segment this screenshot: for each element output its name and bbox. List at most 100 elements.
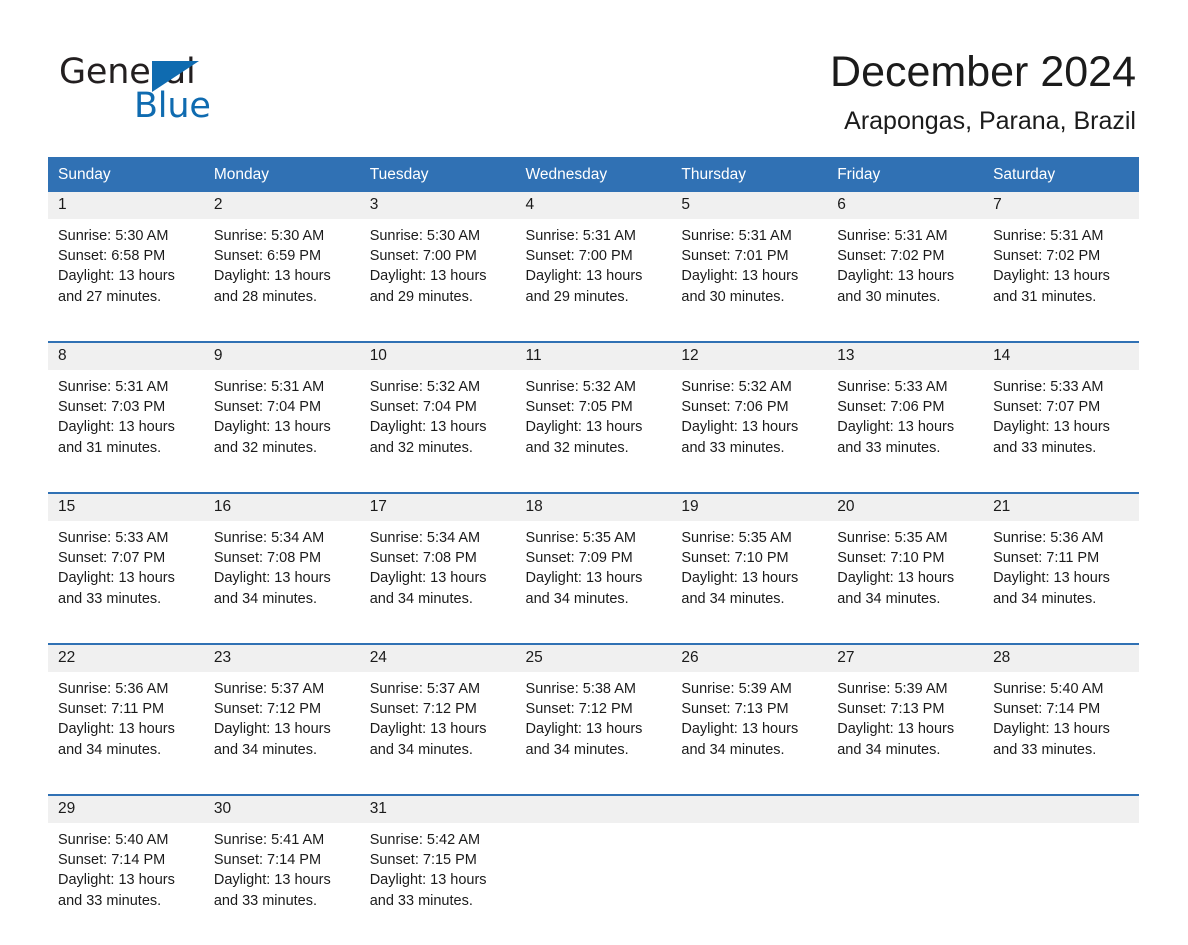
day-sunset-text: Sunset: 7:00 PM	[369, 248, 477, 265]
day-detail-cell[interactable]: Sunrise: 5:35 AM Sunset: 7:10 PM Daylight:…	[827, 521, 984, 644]
day-number-cell[interactable]: 20	[827, 492, 984, 521]
day-daylight-1-text: Daylight: 13 hours	[58, 419, 175, 436]
day-number-cell[interactable]: 8	[48, 341, 204, 370]
day-detail-cell[interactable]: Sunrise: 5:31 AM Sunset: 7:02 PM Daylight:…	[827, 219, 984, 342]
day-detail-cell[interactable]: Sunrise: 5:30 AM Sunset: 6:59 PM Daylight:…	[203, 219, 360, 342]
day-number-cell[interactable]: 28	[983, 643, 1139, 672]
day-detail-cell[interactable]: Sunrise: 5:34 AM Sunset: 7:08 PM Daylight:…	[359, 521, 516, 644]
page-title: December 2024	[830, 48, 1136, 96]
day-number-cell[interactable]: 4	[515, 192, 672, 219]
day-sunrise-text: Sunrise: 5:31 AM	[993, 228, 1104, 244]
day-detail-cell[interactable]: Sunrise: 5:39 AM Sunset: 7:13 PM Daylight:…	[671, 672, 828, 795]
day-number-cell[interactable]: 29	[48, 794, 204, 823]
day-number-cell[interactable]: 16	[203, 492, 360, 521]
day-sunrise-text: Sunrise: 5:30 AM	[213, 228, 325, 244]
day-daylight-2-text: and 34 minutes.	[213, 590, 318, 607]
day-detail-cell[interactable]: Sunrise: 5:38 AM Sunset: 7:12 PM Daylight:…	[515, 672, 672, 795]
day-daylight-2-text: and 34 minutes.	[681, 590, 785, 607]
weekday-header-tuesday: Tuesday	[359, 157, 516, 192]
week-daynumber-row: 22 23 24 25 26 27 28	[48, 643, 1139, 672]
day-detail-cell[interactable]: Sunrise: 5:31 AM Sunset: 7:02 PM Daylight:…	[983, 219, 1139, 342]
day-number-cell[interactable]: 6	[827, 192, 984, 219]
day-sunset-text: Sunset: 7:04 PM	[213, 399, 322, 416]
day-detail-cell[interactable]: Sunrise: 5:31 AM Sunset: 7:01 PM Daylight:…	[671, 219, 828, 342]
day-number-cell[interactable]: 11	[515, 341, 672, 370]
day-sunrise-text: Sunrise: 5:40 AM	[58, 832, 169, 848]
day-sunset-text: Sunset: 7:14 PM	[213, 852, 322, 869]
day-sunset-text: Sunset: 7:11 PM	[993, 550, 1100, 567]
day-number-cell[interactable]: 14	[983, 341, 1139, 370]
day-number-cell[interactable]: 1	[48, 192, 204, 219]
day-daylight-1-text: Daylight: 13 hours	[837, 268, 955, 285]
day-detail-cell[interactable]: Sunrise: 5:36 AM Sunset: 7:11 PM Daylight:…	[983, 521, 1139, 644]
day-daylight-2-text: and 33 minutes.	[681, 439, 785, 456]
day-detail-cell[interactable]: Sunrise: 5:33 AM Sunset: 7:06 PM Daylight:…	[827, 370, 984, 493]
day-sunset-text: Sunset: 7:07 PM	[993, 399, 1101, 416]
day-number-cell[interactable]: 31	[359, 794, 516, 823]
day-daylight-2-text: and 33 minutes.	[837, 439, 941, 456]
day-detail-cell[interactable]: Sunrise: 5:35 AM Sunset: 7:10 PM Daylight:…	[671, 521, 828, 644]
day-detail-cell[interactable]: Sunrise: 5:39 AM Sunset: 7:13 PM Daylight:…	[827, 672, 984, 795]
day-sunrise-text: Sunrise: 5:31 AM	[525, 228, 636, 244]
day-daylight-2-text: and 34 minutes.	[213, 741, 318, 758]
day-number-cell[interactable]: 12	[671, 341, 828, 370]
day-detail-cell[interactable]: Sunrise: 5:31 AM Sunset: 7:04 PM Daylight:…	[203, 370, 360, 493]
day-detail-cell[interactable]: Sunrise: 5:42 AM Sunset: 7:15 PM Daylight:…	[359, 823, 516, 945]
day-daylight-1-text: Daylight: 13 hours	[213, 268, 331, 285]
day-sunset-text: Sunset: 7:10 PM	[837, 550, 945, 567]
day-daylight-2-text: and 33 minutes.	[58, 892, 162, 909]
day-detail-cell[interactable]: Sunrise: 5:32 AM Sunset: 7:06 PM Daylight:…	[671, 370, 828, 493]
day-daylight-1-text: Daylight: 13 hours	[58, 721, 175, 738]
day-detail-cell[interactable]: Sunrise: 5:31 AM Sunset: 7:00 PM Daylight:…	[515, 219, 672, 342]
day-detail-cell[interactable]: Sunrise: 5:37 AM Sunset: 7:12 PM Daylight:…	[203, 672, 360, 795]
day-number-cell[interactable]: 18	[515, 492, 672, 521]
day-detail-cell[interactable]: Sunrise: 5:32 AM Sunset: 7:05 PM Daylight:…	[515, 370, 672, 493]
day-number-cell[interactable]: 17	[359, 492, 516, 521]
day-number-cell[interactable]: 2	[203, 192, 360, 219]
day-daylight-1-text: Daylight: 13 hours	[681, 721, 799, 738]
day-detail-cell[interactable]: Sunrise: 5:31 AM Sunset: 7:03 PM Daylight:…	[48, 370, 204, 493]
day-number-cell[interactable]: 10	[359, 341, 516, 370]
day-daylight-2-text: and 34 minutes.	[993, 590, 1097, 607]
day-sunset-text: Sunset: 6:59 PM	[213, 248, 322, 265]
weekday-header-row: Sunday Monday Tuesday Wednesday Thursday…	[48, 157, 1139, 192]
day-detail-cell[interactable]: Sunrise: 5:41 AM Sunset: 7:14 PM Daylight:…	[203, 823, 360, 945]
day-detail-cell[interactable]: Sunrise: 5:30 AM Sunset: 6:58 PM Daylight:…	[48, 219, 204, 342]
day-detail-cell[interactable]: Sunrise: 5:34 AM Sunset: 7:08 PM Daylight:…	[203, 521, 360, 644]
day-detail-cell[interactable]: Sunrise: 5:35 AM Sunset: 7:09 PM Daylight:…	[515, 521, 672, 644]
day-detail-cell[interactable]: Sunrise: 5:33 AM Sunset: 7:07 PM Daylight:…	[48, 521, 204, 644]
day-number-cell[interactable]: 7	[983, 192, 1139, 219]
day-daylight-1-text: Daylight: 13 hours	[837, 570, 955, 587]
day-daylight-1-text: Daylight: 13 hours	[58, 872, 175, 889]
day-number-cell[interactable]: 5	[671, 192, 828, 219]
day-detail-cell[interactable]: Sunrise: 5:37 AM Sunset: 7:12 PM Daylight:…	[359, 672, 516, 795]
week-daynumber-row: 1234567	[48, 192, 1139, 219]
day-sunrise-text: Sunrise: 5:42 AM	[369, 832, 481, 848]
day-detail-cell[interactable]: Sunrise: 5:40 AM Sunset: 7:14 PM Daylight:…	[983, 672, 1139, 795]
weekday-header-monday: Monday	[203, 157, 360, 192]
day-detail-cell[interactable]: Sunrise: 5:36 AM Sunset: 7:11 PM Daylight:…	[48, 672, 204, 795]
day-detail-cell[interactable]: Sunrise: 5:30 AM Sunset: 7:00 PM Daylight:…	[359, 219, 516, 342]
day-detail-cell[interactable]: Sunrise: 5:33 AM Sunset: 7:07 PM Daylight:…	[983, 370, 1139, 493]
day-number-cell[interactable]: 22	[48, 643, 204, 672]
day-daylight-2-text: and 33 minutes.	[369, 892, 473, 909]
day-number-cell[interactable]: 19	[671, 492, 828, 521]
day-number-cell[interactable]: 25	[515, 643, 672, 672]
general-blue-logo[interactable]: General Blue	[59, 52, 319, 126]
day-number-cell[interactable]: 23	[203, 643, 360, 672]
day-number-cell[interactable]: 26	[671, 643, 828, 672]
day-number-cell[interactable]: 27	[827, 643, 984, 672]
day-detail-cell[interactable]: Sunrise: 5:40 AM Sunset: 7:14 PM Daylight:…	[48, 823, 204, 945]
day-number-cell[interactable]: 24	[359, 643, 516, 672]
day-daylight-2-text: and 34 minutes.	[58, 741, 162, 758]
day-detail-cell[interactable]: Sunrise: 5:32 AM Sunset: 7:04 PM Daylight:…	[359, 370, 516, 493]
day-number-cell[interactable]: 13	[827, 341, 984, 370]
day-number-cell[interactable]: 15	[48, 492, 204, 521]
day-number-cell[interactable]: 3	[359, 192, 516, 219]
day-number-cell[interactable]: 30	[203, 794, 360, 823]
day-sunset-text: Sunset: 7:09 PM	[525, 550, 633, 567]
day-daylight-2-text: and 33 minutes.	[213, 892, 318, 909]
day-number-cell[interactable]: 21	[983, 492, 1139, 521]
day-daylight-1-text: Daylight: 13 hours	[993, 721, 1110, 738]
day-number-cell[interactable]: 9	[203, 341, 360, 370]
